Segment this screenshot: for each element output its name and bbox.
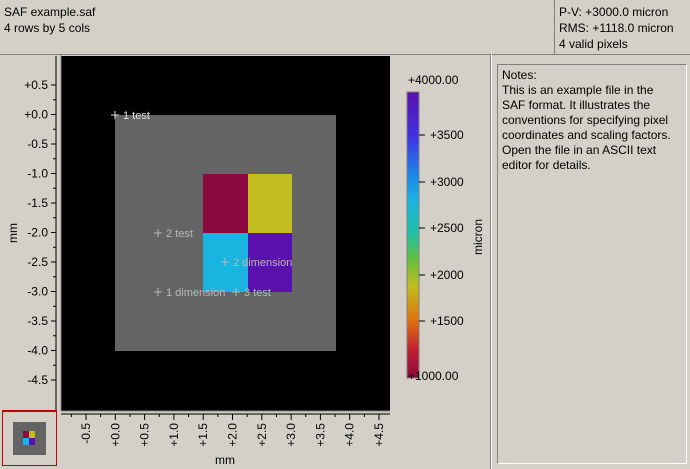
y-tick-label: +0.5 xyxy=(24,78,48,92)
x-tick-label: +4.5 xyxy=(372,423,386,447)
x-tick-label: +0.0 xyxy=(108,423,122,447)
colorbar-gradient xyxy=(406,91,420,379)
rms-label: RMS: +1118.0 micron xyxy=(559,21,674,35)
x-tick-label: +3.5 xyxy=(313,423,327,447)
x-axis-label: mm xyxy=(215,453,235,467)
surface-plot[interactable]: +0.5 +0.0 -0.5 -1.0 -1.5 -2.0 -2.5 -3.0 -3.5 -4.0… xyxy=(0,55,490,469)
dimensions-label: 4 rows by 5 cols xyxy=(4,21,91,35)
colorbar-tick-label: +4000.00 xyxy=(408,73,459,87)
colorbar-label: micron xyxy=(471,219,485,255)
file-info-panel: SAF example.saf 4 rows by 5 cols xyxy=(0,0,555,54)
colorbar-tick-label: +2500 xyxy=(430,221,464,235)
y-tick-label: -0.5 xyxy=(27,137,48,151)
y-tick-label: -3.0 xyxy=(27,285,48,299)
marker-label: 2 test xyxy=(166,228,193,240)
x-tick-label: +3.0 xyxy=(284,423,298,447)
y-tick-label: -3.5 xyxy=(27,314,48,328)
y-tick-label: -4.5 xyxy=(27,373,48,387)
notes-title: Notes: xyxy=(502,68,537,82)
pixel-cell[interactable] xyxy=(248,174,292,233)
thumbnail[interactable] xyxy=(2,410,57,466)
y-tick-label: +0.0 xyxy=(24,108,48,122)
x-tick-label: -0.5 xyxy=(79,423,93,444)
y-tick-label: -4.0 xyxy=(27,344,48,358)
marker-label: 1 dimension xyxy=(166,287,225,299)
stats-panel: P-V: +3000.0 micron RMS: +1118.0 micron … xyxy=(555,0,690,54)
y-axis-label: mm xyxy=(6,223,20,243)
x-tick-label: +2.5 xyxy=(255,423,269,447)
notes-panel[interactable]: Notes: This is an example file in the SA… xyxy=(497,64,687,464)
x-tick-label: +0.5 xyxy=(138,423,152,447)
filename-label: SAF example.saf xyxy=(4,5,96,19)
valid-pixels-label: 4 valid pixels xyxy=(559,37,628,51)
x-tick-label: +1.5 xyxy=(196,423,210,447)
marker-label: 1 test xyxy=(123,110,150,122)
x-tick-label: +2.0 xyxy=(226,423,240,447)
x-tick-label: +1.0 xyxy=(167,423,181,447)
colorbar-tick-label: +3000 xyxy=(430,175,464,189)
colorbar-tick-label: +1500 xyxy=(430,314,464,328)
y-axis: +0.5 +0.0 -0.5 -1.0 -1.5 -2.0 -2.5 -3.0 -3.5 -4.0… xyxy=(24,56,57,411)
marker-label: 2 dimension xyxy=(233,257,292,269)
x-tick-label: +4.0 xyxy=(343,423,357,447)
y-tick-label: -1.0 xyxy=(27,167,48,181)
y-tick-label: -2.0 xyxy=(27,226,48,240)
panel-divider[interactable] xyxy=(490,54,492,469)
notes-text: This is an example file in the SAF forma… xyxy=(502,83,671,172)
colorbar-tick-label: +1000.00 xyxy=(408,369,459,383)
y-tick-label: -1.5 xyxy=(27,196,48,210)
colorbar-tick-label: +2000 xyxy=(430,268,464,282)
pixel-cell[interactable] xyxy=(203,174,248,233)
colorbar-tick-label: +3500 xyxy=(430,128,464,142)
marker-label: 3 test xyxy=(244,287,271,299)
y-tick-label: -2.5 xyxy=(27,255,48,269)
x-axis: -0.5 +0.0 +0.5 +1.0 +1.5 +2.0 +2.5 +3.0 +3.5 +4.0… xyxy=(61,413,390,447)
pv-label: P-V: +3000.0 micron xyxy=(559,5,669,19)
